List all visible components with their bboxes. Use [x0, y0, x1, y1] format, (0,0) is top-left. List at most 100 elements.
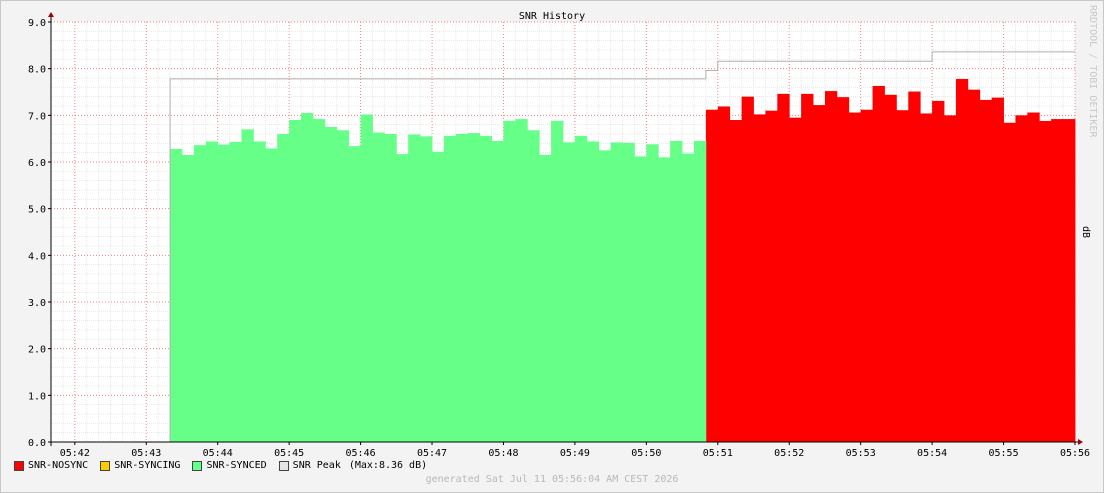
bar-snr-nosync	[1039, 120, 1052, 442]
bar-snr-nosync	[884, 94, 897, 443]
bar-snr-synced	[348, 146, 361, 442]
bar-snr-nosync	[729, 120, 743, 442]
x-tick-label: 05:48	[488, 448, 518, 459]
bar-snr-synced	[527, 130, 540, 442]
x-tick-label: 05:47	[417, 448, 447, 459]
bar-snr-synced	[312, 119, 326, 443]
y-tick-label: 5.0	[28, 205, 46, 216]
bar-snr-nosync	[741, 96, 754, 443]
bar-snr-nosync	[801, 93, 814, 442]
x-tick-label: 05:52	[774, 448, 804, 459]
bar-snr-synced	[336, 130, 350, 442]
bar-snr-nosync	[908, 91, 921, 443]
legend-peak-max: (Max:8.36 dB)	[348, 460, 428, 471]
legend-label-peak: SNR Peak	[292, 460, 341, 471]
bar-snr-synced	[598, 150, 612, 443]
bar-snr-synced	[170, 148, 183, 442]
y-tick-label: 6.0	[28, 158, 46, 169]
bar-snr-nosync	[991, 97, 1004, 442]
x-tick-label: 05:45	[274, 448, 304, 459]
y-tick-label: 8.0	[28, 65, 46, 76]
bar-snr-nosync	[979, 99, 993, 442]
x-tick-label: 05:43	[131, 448, 161, 459]
x-tick-label: 05:46	[346, 448, 376, 459]
bar-snr-nosync	[753, 114, 766, 443]
bar-snr-nosync	[765, 110, 778, 443]
legend-item-nosync: SNR-NOSYNC	[14, 460, 88, 471]
x-tick-label: 05:49	[560, 448, 590, 459]
x-tick-label: 05:50	[631, 448, 661, 459]
bar-snr-synced	[384, 134, 397, 442]
bar-snr-nosync	[848, 112, 862, 443]
y-tick-label: 7.0	[28, 111, 46, 122]
bar-snr-synced	[241, 129, 254, 443]
bar-snr-synced	[479, 135, 492, 442]
y-tick-label: 0.0	[28, 438, 46, 449]
x-tick-label: 05:42	[60, 448, 90, 459]
bar-snr-nosync	[967, 89, 981, 443]
bar-snr-synced	[634, 156, 647, 442]
legend-label-syncing: SNR-SYNCING	[114, 460, 181, 471]
legend: SNR-NOSYNC SNR-SYNCING SNR-SYNCED SNR Pe…	[14, 460, 427, 471]
bar-snr-synced	[420, 136, 433, 443]
bar-snr-synced	[396, 154, 409, 443]
bar-snr-nosync	[705, 109, 719, 442]
bar-snr-nosync	[717, 106, 731, 442]
y-tick-label: 4.0	[28, 251, 46, 262]
bar-snr-synced	[229, 141, 242, 442]
bar-snr-synced	[443, 135, 457, 442]
bar-snr-synced	[670, 141, 683, 442]
bar-snr-synced	[205, 141, 219, 442]
bar-snr-synced	[586, 141, 600, 442]
y-axis-arrow	[48, 12, 54, 17]
bar-snr-nosync	[932, 100, 945, 442]
bar-snr-synced	[491, 141, 504, 442]
bar-snr-synced	[193, 145, 207, 442]
bar-snr-synced	[289, 120, 302, 442]
chart-title: SNR History	[519, 11, 585, 22]
bar-snr-synced	[682, 153, 695, 442]
bar-snr-synced	[324, 127, 338, 442]
bar-snr-nosync	[860, 109, 873, 442]
bar-snr-synced	[455, 134, 469, 442]
snr-history-chart: SNR History 0.0 1.0 2.0 3.0 4.0 5.0 6.0 7.0 8.0 9…	[28, 11, 1091, 459]
bar-snr-synced	[408, 134, 421, 442]
x-tick-label: 05:54	[917, 448, 947, 459]
bar-snr-synced	[265, 148, 278, 442]
bar-snr-nosync	[789, 117, 802, 443]
legend-label-nosync: SNR-NOSYNC	[28, 460, 89, 471]
legend-swatch-synced	[192, 460, 203, 471]
bar-snr-synced	[503, 120, 516, 442]
watermark-text: RRDTOOL / TOBI OETIKER	[1087, 5, 1098, 138]
bar-snr-nosync	[955, 78, 969, 442]
bar-snr-nosync	[1051, 119, 1064, 443]
bar-snr-nosync	[836, 97, 850, 442]
bar-snr-nosync	[1027, 112, 1040, 443]
bar-snr-nosync	[920, 113, 933, 442]
bar-snr-nosync	[777, 93, 790, 442]
bar-snr-synced	[360, 114, 373, 443]
bar-snr-synced	[539, 155, 552, 442]
bar-snr-synced	[622, 142, 635, 442]
rrdtool-watermark: RRDTOOL / TOBI OETIKER	[1087, 5, 1098, 138]
bar-snr-synced	[658, 157, 671, 443]
legend-swatch-syncing	[100, 460, 111, 471]
bar-snr-nosync	[1063, 119, 1076, 443]
bar-snr-synced	[563, 142, 576, 442]
y-tick-label: 1.0	[28, 391, 46, 402]
generated-timestamp: generated Sat Jul 11 05:56:04 AM CEST 20…	[425, 474, 679, 485]
legend-label-synced: SNR-SYNCED	[206, 460, 267, 471]
legend-item-syncing: SNR-SYNCING	[100, 460, 180, 471]
legend-swatch-nosync	[14, 460, 24, 471]
x-tick-labels: 05:42 05:43 05:44 05:45 05:46 05:47 05:48 05:49…	[60, 442, 1090, 459]
bar-snr-nosync	[1015, 115, 1028, 442]
x-tick-label: 05:51	[703, 448, 733, 459]
bar-snr-synced	[467, 133, 481, 443]
bar-snr-synced	[693, 141, 707, 442]
bar-snr-synced	[217, 144, 231, 442]
y-tick-label: 2.0	[28, 345, 46, 356]
bar-snr-synced	[574, 135, 588, 442]
bar-snr-synced	[301, 113, 314, 442]
x-tick-label: 05:44	[203, 448, 233, 459]
bar-snr-synced	[610, 142, 623, 442]
